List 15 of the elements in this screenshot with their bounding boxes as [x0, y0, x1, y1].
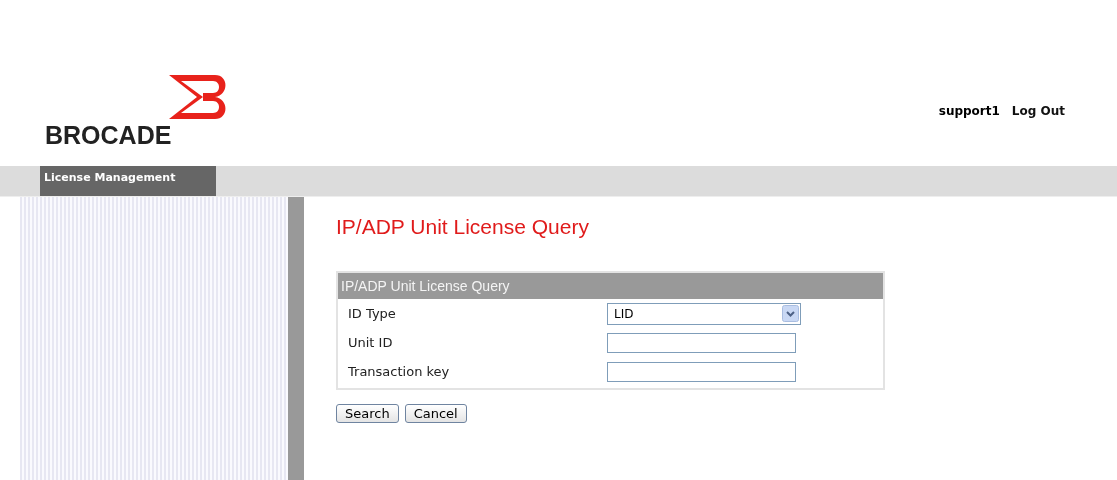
logo-text: BROCADE: [45, 121, 173, 150]
input-field[interactable]: [607, 361, 796, 382]
logout-link[interactable]: Log Out: [1011, 104, 1065, 166]
field-label: ID Type: [347, 306, 397, 321]
field-label: Unit ID: [347, 335, 394, 350]
field-label: Transaction key: [347, 364, 451, 379]
input-field[interactable]: [607, 332, 796, 353]
nav-tab[interactable]: License Management: [40, 166, 216, 196]
id-type-dropdown[interactable]: LID: [607, 302, 801, 325]
page-title: IP/ADP Unit License Query: [336, 215, 590, 239]
panel-header: IP/ADP Unit License Query: [338, 273, 883, 299]
caret-icon: [782, 305, 799, 322]
username: support1: [938, 104, 1000, 120]
form-button[interactable]: Cancel: [404, 404, 467, 423]
form-button[interactable]: Search: [336, 404, 399, 423]
